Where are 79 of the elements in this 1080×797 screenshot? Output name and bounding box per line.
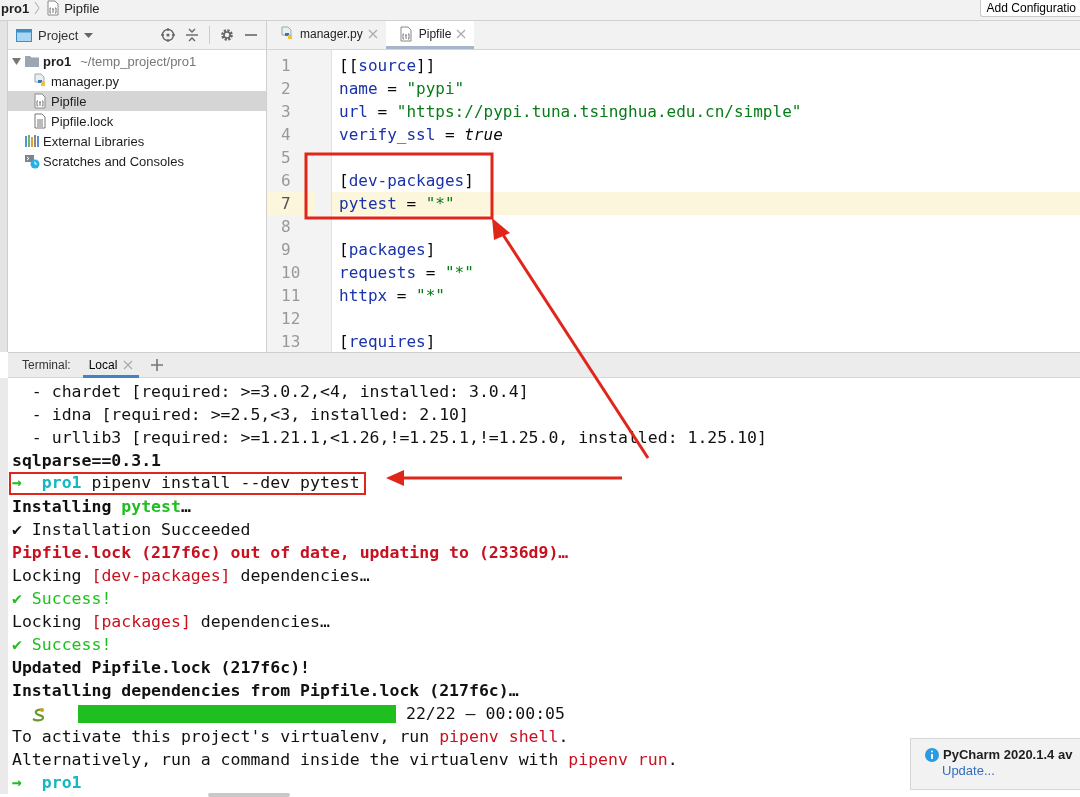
line-number: 13 bbox=[280, 331, 302, 352]
folder-icon bbox=[24, 53, 40, 69]
add-icon[interactable] bbox=[151, 359, 164, 371]
terminal-line: To activate this project's virtualenv, run pipenv shell. bbox=[12, 726, 569, 748]
terminal-line: Locking [dev-packages] dependencies… bbox=[12, 565, 370, 587]
terminal-line: Pipfile.lock (217f6c) out of date, updating to (2336d9)… bbox=[12, 542, 569, 564]
tree-item[interactable]: Scratches and Consoles bbox=[8, 151, 266, 171]
line-number: 9 bbox=[280, 239, 292, 261]
scrollbar-thumb[interactable] bbox=[208, 793, 290, 797]
terminal-line: - idna [required: >=2.5,<3, installed: 2.10] bbox=[30, 404, 469, 426]
expand-arrow-icon[interactable] bbox=[12, 56, 21, 66]
snake-icon bbox=[30, 705, 46, 722]
terminal-line: → pro1 pipenv install --dev pytest bbox=[12, 474, 360, 492]
project-view-selector[interactable]: Project bbox=[16, 27, 94, 43]
text-file-icon bbox=[32, 113, 48, 129]
scratches-icon bbox=[24, 153, 40, 169]
settings-icon[interactable] bbox=[220, 28, 234, 42]
code-line: [requires] bbox=[338, 331, 437, 352]
terminal-line: Alternatively, run a command inside the virtualenv with pipenv run. bbox=[12, 749, 678, 771]
project-path: ~/temp_project/pro1 bbox=[80, 53, 197, 69]
code-line: verify_ssl = true bbox=[338, 124, 504, 146]
terminal-line: ✔ Installation Succeeded bbox=[12, 519, 251, 541]
line-number: 11 bbox=[280, 285, 302, 307]
tree-item[interactable]: Pipfile bbox=[8, 91, 266, 111]
line-number: 5 bbox=[280, 147, 292, 169]
breadcrumb-item[interactable]: Pipfile bbox=[45, 0, 100, 16]
tree-item[interactable]: pro1 ~/temp_project/pro1 bbox=[8, 51, 266, 71]
code-line: requests = "*" bbox=[338, 262, 475, 284]
close-icon[interactable] bbox=[123, 360, 134, 370]
caret-icon bbox=[84, 32, 94, 38]
editor-tab[interactable]: Pipfile bbox=[385, 21, 475, 49]
line-number: 3 bbox=[280, 101, 292, 123]
python-file-icon bbox=[279, 25, 295, 42]
terminal-line: ✔ Success! bbox=[12, 588, 112, 610]
pipfile-icon bbox=[45, 0, 62, 16]
terminal-line: Locking [packages] dependencies… bbox=[12, 611, 330, 633]
line-number: 7 bbox=[267, 192, 315, 215]
code-line: url = "https://pypi.tuna.tsinghua.edu.cn/simple" bbox=[338, 101, 803, 123]
line-number: 6 bbox=[280, 170, 292, 192]
progress-reading: 22/22 — 00:00:05 bbox=[406, 704, 565, 723]
close-icon[interactable] bbox=[456, 28, 467, 39]
code-line: [dev-packages] bbox=[338, 170, 475, 192]
pipfile-icon bbox=[32, 93, 48, 109]
tree-item[interactable]: Pipfile.lock bbox=[8, 111, 266, 131]
line-number: 1 bbox=[280, 55, 292, 77]
terminal-line: sqlparse==0.3.1 bbox=[12, 450, 161, 472]
libraries-icon bbox=[24, 133, 40, 149]
tree-item[interactable]: manager.py bbox=[8, 71, 266, 91]
line-number: 10 bbox=[280, 262, 302, 284]
close-icon[interactable] bbox=[367, 28, 378, 39]
terminal-line: Installing pytest… bbox=[12, 496, 191, 518]
locate-icon[interactable] bbox=[161, 28, 175, 42]
line-number: 12 bbox=[280, 308, 302, 330]
terminal-line: Updated Pipfile.lock (217f6c)! bbox=[12, 657, 310, 679]
line-number: 8 bbox=[280, 216, 292, 238]
add-configuration-button[interactable]: Add Configuratio bbox=[979, 0, 1080, 17]
code-line: httpx = "*" bbox=[338, 285, 446, 307]
notification-title: PyCharm 2020.1.4 av bbox=[943, 747, 1073, 762]
terminal-tab[interactable]: Local bbox=[82, 352, 140, 378]
terminal-line: ✔ Success! bbox=[12, 634, 112, 656]
tree-item[interactable]: External Libraries bbox=[8, 131, 266, 151]
editor-tab[interactable]: manager.py bbox=[267, 21, 386, 49]
line-number: 4 bbox=[280, 124, 292, 146]
code-line: name = "pypi" bbox=[338, 78, 466, 100]
breadcrumb-item[interactable]: pro1 bbox=[1, 0, 30, 16]
info-icon bbox=[925, 747, 939, 762]
chevron-icon bbox=[34, 1, 41, 15]
collapse-icon[interactable] bbox=[185, 28, 199, 42]
line-number: 2 bbox=[280, 78, 292, 100]
project-window-icon bbox=[16, 27, 32, 43]
code-line: [[source]] bbox=[338, 55, 437, 77]
python-file-icon bbox=[32, 73, 48, 89]
update-link[interactable]: Update... bbox=[942, 763, 995, 778]
code-line: [packages] bbox=[338, 239, 437, 261]
pipfile-icon bbox=[397, 25, 414, 42]
terminal-label: Terminal: bbox=[22, 358, 71, 372]
terminal-line: → pro1 bbox=[12, 772, 82, 794]
terminal-line: Installing dependencies from Pipfile.lock (217f6c)… bbox=[12, 680, 519, 702]
terminal-line: - chardet [required: >=3.0.2,<4, installed: 3.0.4] bbox=[30, 381, 529, 403]
